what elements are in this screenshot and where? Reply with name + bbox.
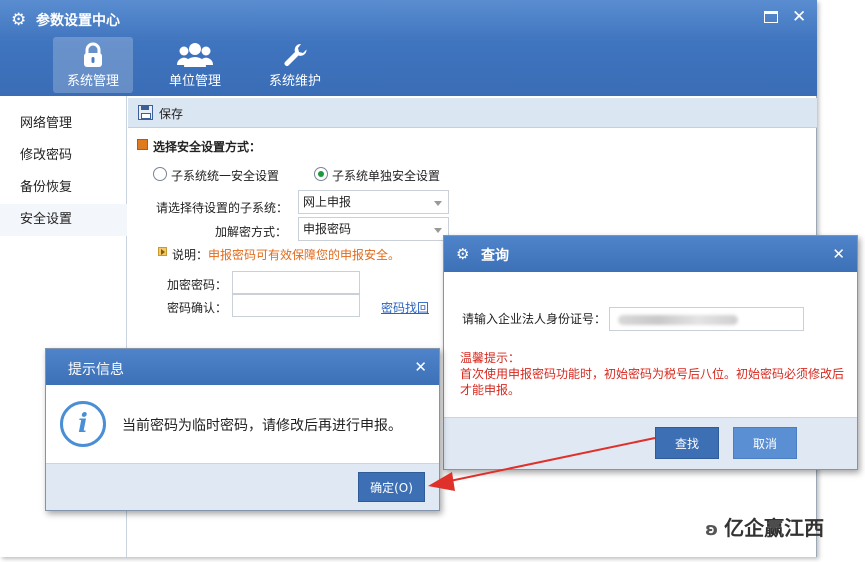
hint-text: 申报密码可有效保障您的申报安全。 [208,248,401,262]
info-icon: i [60,401,106,447]
ok-button[interactable]: 确定(O) [358,472,425,502]
query-dialog-header: ⚙ 查询 ✕ [444,236,857,272]
id-number-label: 请输入企业法人身份证号： [462,312,607,326]
radio-unified-security[interactable] [153,167,167,181]
close-icon[interactable]: ✕ [414,358,427,376]
radio-unified-label[interactable]: 子系统统一安全设置 [171,167,279,184]
users-icon [155,37,235,69]
password-recovery-link[interactable]: 密码找回 [381,299,429,316]
toolbar: 保存 [128,98,817,128]
section-marker-icon [137,139,148,150]
query-dialog-footer: 查找 取消 [444,417,857,469]
window-titlebar: ⚙ 参数设置中心 ✕ 系统管理 单位管理 系统维护 [0,0,817,96]
chevron-down-icon [434,228,442,233]
nav-system-maintenance[interactable]: 系统维护 [255,37,335,93]
info-dialog: 提示信息 ✕ i 当前密码为临时密码，请修改后再进行申报。 确定(O) [45,348,440,511]
watermark-text: 亿企赢江西 [724,516,825,540]
section-title: 选择安全设置方式： [153,140,262,154]
tip-body: 首次使用申报密码功能时，初始密码为税号后八位。初始密码必须修改后才能申报。 [460,367,845,397]
tip-title: 温馨提示： [460,351,521,365]
hint-line: 说明：申报密码可有效保障您的申报安全。 [172,246,400,263]
radio-separate-label[interactable]: 子系统单独安全设置 [332,167,440,184]
chevron-down-icon [434,201,442,206]
radio-separate-security[interactable] [314,167,328,181]
sidebar-item-change-password[interactable]: 修改密码 [0,140,127,172]
wrench-icon [255,37,335,69]
redacted-value [618,315,738,325]
subsystem-label: 请选择待设置的子系统： [156,201,289,215]
close-icon[interactable]: ✕ [832,245,845,263]
nav-label: 系统管理 [66,74,119,89]
watermark: ʚ 亿企赢江西 [705,512,824,541]
close-icon[interactable]: ✕ [792,7,806,27]
lock-icon [53,37,133,69]
gear-icon: ⚙ [456,245,470,263]
sidebar-item-network[interactable]: 网络管理 [0,108,127,140]
id-number-input[interactable] [609,307,804,331]
confirm-password-label: 密码确认： [167,301,228,315]
nav-label: 单位管理 [168,74,221,89]
query-dialog-title: 查询 [481,248,509,264]
decrypt-method-select[interactable]: 申报密码 [298,217,449,241]
query-dialog: ⚙ 查询 ✕ 请输入企业法人身份证号： 温馨提示： 首次使用申报密码功能时，初始… [443,235,858,470]
hint-label: 说明： [172,248,209,262]
info-dialog-header: 提示信息 ✕ [46,349,439,385]
password-input[interactable] [232,271,360,294]
nav-system-management[interactable]: 系统管理 [53,37,133,93]
subsystem-value: 网上申报 [303,195,352,209]
nav-label: 系统维护 [268,74,321,89]
info-dialog-footer: 确定(O) [46,463,439,510]
info-message: 当前密码为临时密码，请修改后再进行申报。 [122,418,402,434]
subsystem-select[interactable]: 网上申报 [298,190,449,214]
hint-arrow-icon [158,247,167,256]
sidebar-item-security[interactable]: 安全设置 [0,204,127,236]
cancel-button[interactable]: 取消 [733,427,797,459]
window-title: 参数设置中心 [36,13,120,29]
sidebar-item-backup-restore[interactable]: 备份恢复 [0,172,127,204]
nav-unit-management[interactable]: 单位管理 [155,37,235,93]
decrypt-method-label: 加解密方式： [215,225,288,239]
info-dialog-title: 提示信息 [68,362,124,378]
floppy-disk-icon[interactable] [138,105,153,120]
decrypt-method-value: 申报密码 [303,222,352,236]
password-label: 加密密码： [167,278,228,292]
confirm-password-input[interactable] [232,294,360,317]
wechat-icon: ʚ [705,519,719,540]
save-button[interactable]: 保存 [159,105,183,122]
search-button[interactable]: 查找 [655,427,719,459]
gear-icon: ⚙ [11,10,27,30]
maximize-icon[interactable] [764,11,778,23]
